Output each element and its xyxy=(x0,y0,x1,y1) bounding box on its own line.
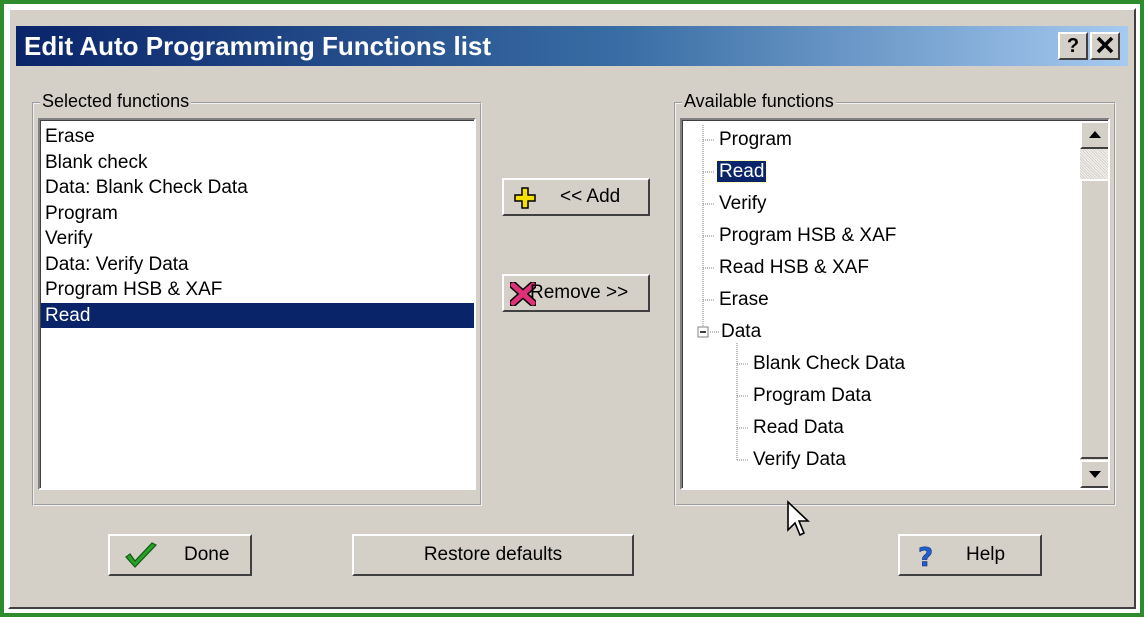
list-item[interactable]: Erase xyxy=(41,124,474,150)
list-item[interactable]: Program HSB & XAF xyxy=(41,277,474,303)
remove-button-label: Remove >> xyxy=(530,282,629,303)
list-item[interactable]: Blank check xyxy=(41,150,474,176)
list-item[interactable]: Verify xyxy=(41,226,474,252)
window-title: Edit Auto Programming Functions list xyxy=(24,31,492,61)
checkmark-icon xyxy=(125,542,157,568)
title-help-button[interactable]: ? xyxy=(1058,32,1088,60)
svg-text:?: ? xyxy=(918,543,933,571)
tree-item[interactable]: Verify Data xyxy=(751,448,848,474)
tree-item[interactable]: Erase xyxy=(717,288,771,314)
selected-items: Erase Blank check Data: Blank Check Data… xyxy=(41,121,474,328)
list-item-selected[interactable]: Read xyxy=(41,302,474,328)
dialog-window: Edit Auto Programming Functions list ? S… xyxy=(8,8,1136,609)
close-icon xyxy=(1096,36,1114,54)
help-button[interactable]: ? Help xyxy=(898,534,1042,576)
scroll-down-button[interactable] xyxy=(1080,460,1108,488)
available-functions-tree[interactable]: Program Read Verify Program HSB & XAF Re… xyxy=(680,118,1110,490)
tree-item[interactable]: Blank Check Data xyxy=(751,352,907,378)
restore-defaults-label: Restore defaults xyxy=(423,544,563,565)
selected-functions-list[interactable]: Erase Blank check Data: Blank Check Data… xyxy=(38,118,476,490)
add-button[interactable]: << Add xyxy=(502,178,650,216)
list-item[interactable]: Program xyxy=(41,201,474,227)
add-button-label: << Add xyxy=(560,186,621,207)
selected-functions-group: Selected functions Erase Blank check Dat… xyxy=(32,91,482,506)
restore-defaults-button[interactable]: Restore defaults xyxy=(352,534,634,576)
remove-button[interactable]: Remove >> xyxy=(502,274,650,312)
arrow-down-icon xyxy=(1089,471,1101,478)
scroll-up-button[interactable] xyxy=(1080,121,1108,149)
tree-item[interactable]: Verify xyxy=(717,192,769,218)
vertical-scrollbar[interactable] xyxy=(1080,121,1108,488)
tree-item-selected[interactable]: Read xyxy=(715,160,768,186)
scroll-thumb[interactable] xyxy=(1080,179,1108,459)
close-button[interactable] xyxy=(1090,32,1120,60)
tree-item[interactable]: Read Data xyxy=(751,416,846,442)
tree-item[interactable]: Read HSB & XAF xyxy=(717,256,871,282)
help-button-label: Help xyxy=(966,544,1006,565)
mouse-cursor-icon xyxy=(787,500,811,537)
question-mark-icon: ? xyxy=(918,543,934,571)
selected-functions-label: Selected functions xyxy=(40,91,192,112)
done-button-label: Done xyxy=(184,544,230,565)
available-functions-label: Available functions xyxy=(682,91,836,112)
title-bar[interactable]: Edit Auto Programming Functions list ? xyxy=(16,26,1128,66)
tree-item[interactable]: Program Data xyxy=(751,384,873,410)
tree-item[interactable]: Program xyxy=(717,128,794,154)
arrow-up-icon xyxy=(1089,131,1101,138)
tree-folder-data[interactable]: Data xyxy=(719,320,763,346)
list-item[interactable]: Data: Blank Check Data xyxy=(41,175,474,201)
tree-item[interactable]: Program HSB & XAF xyxy=(717,224,898,250)
list-item[interactable]: Data: Verify Data xyxy=(41,252,474,278)
available-functions-group: Available functions Program Read Verify … xyxy=(674,91,1116,506)
done-button[interactable]: Done xyxy=(108,534,252,576)
plus-icon xyxy=(514,187,536,209)
